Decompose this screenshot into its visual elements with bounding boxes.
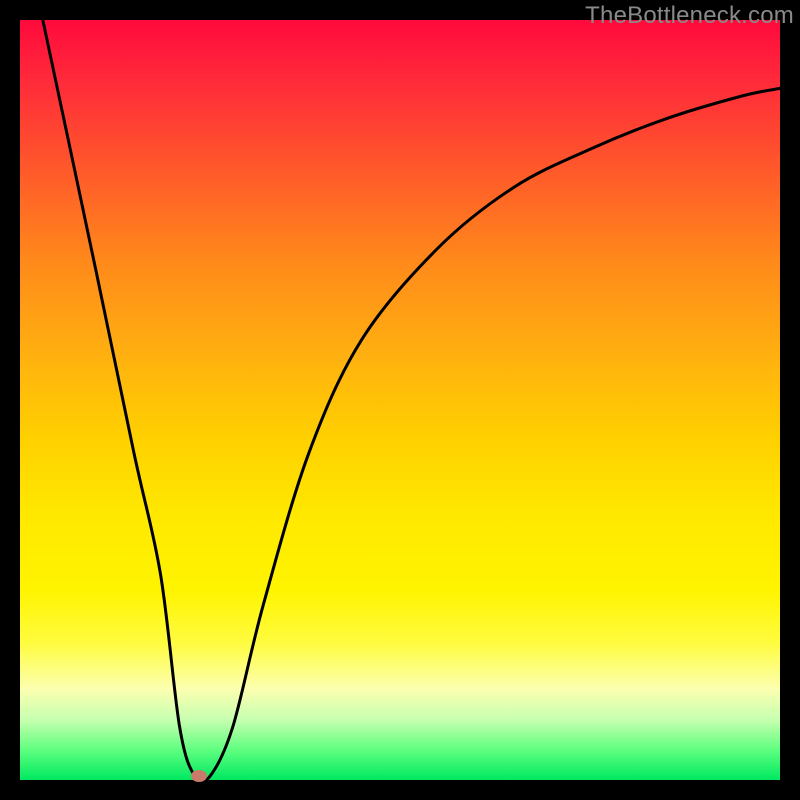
plot-area [20, 20, 780, 780]
watermark-text: TheBottleneck.com [585, 2, 794, 30]
chart-container: TheBottleneck.com [0, 0, 800, 800]
curve-svg [20, 20, 780, 780]
minimum-marker [191, 770, 207, 782]
curve-path [43, 20, 780, 780]
